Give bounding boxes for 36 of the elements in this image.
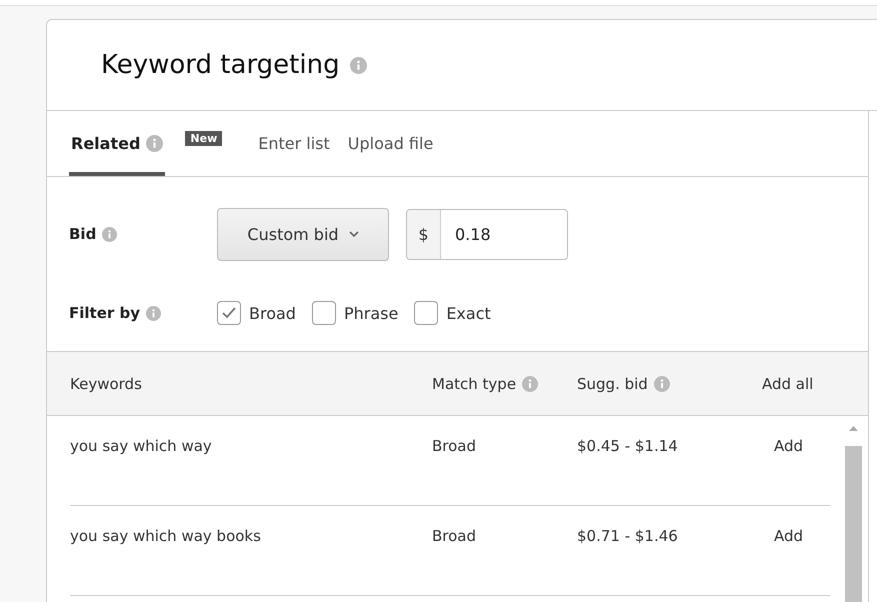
add-link[interactable]: Add bbox=[774, 437, 804, 455]
checkbox-label: Exact bbox=[446, 304, 491, 322]
add-all-link[interactable]: Add all bbox=[762, 374, 814, 392]
currency-symbol: $ bbox=[407, 210, 441, 258]
column-header: Sugg. bid bbox=[577, 374, 648, 392]
tab[interactable]: Related bbox=[69, 111, 166, 176]
suggested-bid-cell-text: $0.71 - $1.46 bbox=[577, 527, 679, 545]
info-icon[interactable] bbox=[654, 376, 670, 392]
checkbox[interactable] bbox=[217, 301, 241, 325]
checkmark-icon bbox=[221, 306, 237, 320]
checkbox-label: Phrase bbox=[344, 304, 398, 322]
info-icon[interactable] bbox=[350, 56, 367, 74]
filter-label: Filter by bbox=[69, 304, 140, 322]
bid-amount-field[interactable]: $ 0.18 bbox=[406, 208, 568, 260]
suggested-bid-cell-text: $0.45 - $1.14 bbox=[577, 437, 679, 455]
panel-title: Keyword targeting bbox=[101, 50, 340, 80]
bid-type-dropdown[interactable]: Custom bid bbox=[217, 208, 389, 260]
match-type-cell-text: Broad bbox=[432, 527, 478, 545]
bid-label: Bid bbox=[69, 225, 96, 243]
checkbox-label: Broad bbox=[249, 304, 296, 322]
info-icon[interactable] bbox=[102, 226, 118, 242]
add-link[interactable]: Add bbox=[774, 527, 804, 545]
checkbox[interactable] bbox=[312, 301, 336, 325]
checkbox[interactable] bbox=[414, 301, 438, 325]
chevron-down-icon bbox=[348, 230, 359, 238]
new-badge: New bbox=[185, 131, 222, 146]
keyword-cell-text: you say which way bbox=[70, 437, 213, 455]
info-icon[interactable] bbox=[522, 376, 538, 392]
tab[interactable]: Enter list bbox=[256, 111, 332, 176]
info-icon[interactable] bbox=[146, 306, 162, 320]
match-type-cell-text: Broad bbox=[432, 437, 478, 455]
tab[interactable]: Upload file bbox=[346, 111, 436, 176]
column-header: Match type bbox=[432, 374, 516, 392]
column-header: Keywords bbox=[70, 374, 142, 392]
info-icon[interactable] bbox=[146, 135, 164, 152]
keyword-cell-text: you say which way books bbox=[70, 527, 262, 545]
